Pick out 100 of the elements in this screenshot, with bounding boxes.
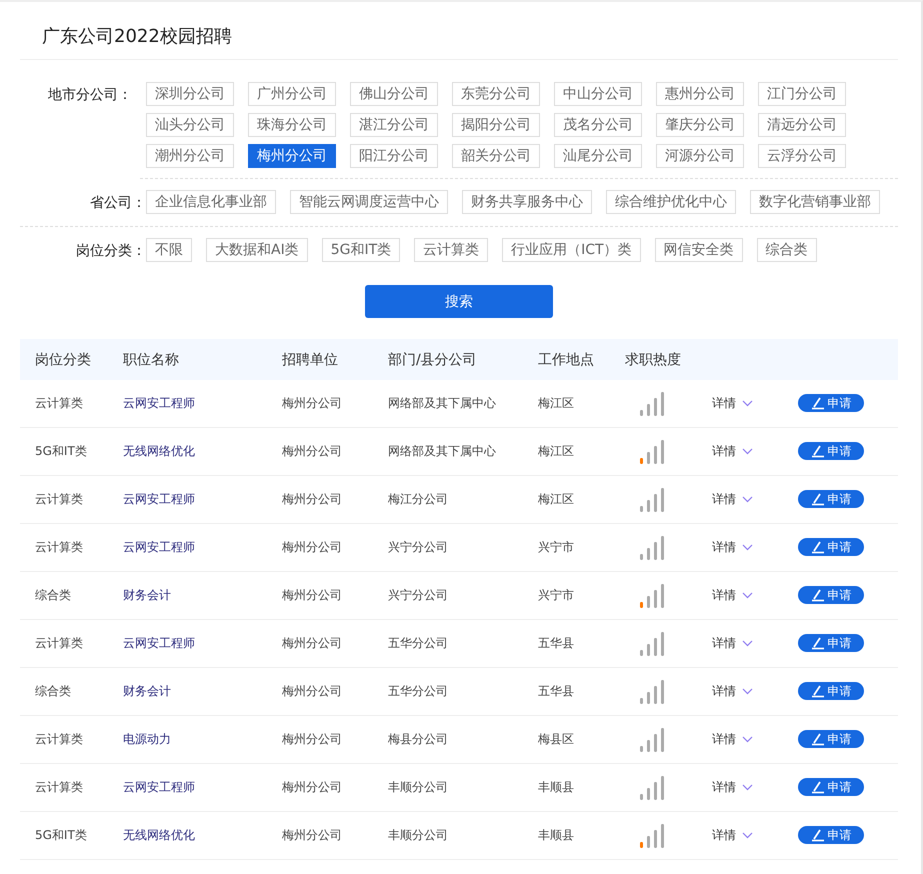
apply-button[interactable]: 申请 bbox=[798, 634, 864, 652]
filter-option[interactable]: 深圳分公司 bbox=[146, 82, 234, 106]
table-cell-text: 梅州分公司 bbox=[282, 491, 343, 508]
filter-option[interactable]: 肇庆分公司 bbox=[656, 113, 744, 137]
filter-option[interactable]: 综合维护优化中心 bbox=[606, 190, 736, 214]
details-toggle[interactable]: 详情 bbox=[712, 683, 753, 700]
apply-button[interactable]: 申请 bbox=[798, 538, 864, 556]
page-title: 广东公司2022校园招聘 bbox=[20, 2, 898, 60]
filter-option[interactable]: 阳江分公司 bbox=[350, 144, 438, 168]
position-link[interactable]: 财务会计 bbox=[123, 683, 282, 700]
apply-button[interactable]: 申请 bbox=[798, 394, 864, 412]
filter-option[interactable]: 数字化营销事业部 bbox=[750, 190, 880, 214]
table-cell-text: 五华县 bbox=[538, 635, 575, 652]
table-cell-text: 梅州分公司 bbox=[282, 683, 343, 700]
filter-option[interactable]: 茂名分公司 bbox=[554, 113, 642, 137]
position-link[interactable]: 云网安工程师 bbox=[123, 395, 282, 412]
details-toggle[interactable]: 详情 bbox=[712, 587, 753, 604]
column-header: 工作地点 bbox=[538, 350, 595, 368]
details-toggle[interactable]: 详情 bbox=[712, 827, 753, 844]
filter-option[interactable]: 云浮分公司 bbox=[758, 144, 846, 168]
table-cell-text: 五华分公司 bbox=[388, 683, 449, 700]
filter-option[interactable]: 企业信息化事业部 bbox=[146, 190, 276, 214]
filter-option[interactable]: 财务共享服务中心 bbox=[462, 190, 592, 214]
filter-option[interactable]: 江门分公司 bbox=[758, 82, 846, 106]
table-cell-text: 云计算类 bbox=[34, 779, 84, 796]
chevron-down-icon bbox=[742, 544, 753, 551]
chevron-down-icon bbox=[742, 592, 753, 599]
table-cell-text: 梅江区 bbox=[538, 443, 575, 460]
table-cell-text: 梅江区 bbox=[538, 491, 575, 508]
filter-option[interactable]: 惠州分公司 bbox=[656, 82, 744, 106]
table-cell-text: 云计算类 bbox=[34, 731, 84, 748]
filter-label: 岗位分类： bbox=[75, 242, 146, 261]
apply-button[interactable]: 申请 bbox=[798, 826, 864, 844]
pen-icon bbox=[810, 780, 824, 794]
table-cell-text: 梅州分公司 bbox=[282, 827, 343, 844]
filter-option[interactable]: 行业应用（ICT）类 bbox=[502, 238, 641, 262]
filter-option[interactable]: 中山分公司 bbox=[554, 82, 642, 106]
filter-option[interactable]: 大数据和AI类 bbox=[206, 238, 308, 262]
details-toggle[interactable]: 详情 bbox=[712, 779, 753, 796]
filter-option[interactable]: 揭阳分公司 bbox=[452, 113, 540, 137]
apply-button[interactable]: 申请 bbox=[798, 730, 864, 748]
filter-option[interactable]: 珠海分公司 bbox=[248, 113, 336, 137]
apply-button[interactable]: 申请 bbox=[798, 442, 864, 460]
details-toggle[interactable]: 详情 bbox=[712, 443, 753, 460]
details-toggle[interactable]: 详情 bbox=[712, 539, 753, 556]
filter-option[interactable]: 网信安全类 bbox=[654, 238, 743, 262]
table-cell-text: 丰顺分公司 bbox=[388, 827, 449, 844]
table-cell-text: 梅州分公司 bbox=[282, 587, 343, 604]
table-cell-text: 综合类 bbox=[34, 683, 72, 700]
apply-button[interactable]: 申请 bbox=[798, 490, 864, 508]
position-link[interactable]: 云网安工程师 bbox=[123, 491, 282, 508]
chevron-down-icon bbox=[742, 400, 753, 407]
chevron-down-icon bbox=[742, 640, 753, 647]
position-link[interactable]: 云网安工程师 bbox=[123, 779, 282, 796]
filter-option[interactable]: 东莞分公司 bbox=[452, 82, 540, 106]
position-link[interactable]: 电源动力 bbox=[123, 731, 282, 748]
pen-icon bbox=[810, 636, 824, 650]
filter-option[interactable]: 不限 bbox=[146, 238, 192, 262]
filter-label: 地市分公司： bbox=[47, 86, 132, 105]
pen-icon bbox=[810, 684, 824, 698]
filter-option[interactable]: 智能云网调度运营中心 bbox=[290, 190, 448, 214]
table-cell-text: 云计算类 bbox=[34, 539, 84, 556]
column-header: 部门/县分公司 bbox=[388, 350, 478, 368]
details-toggle[interactable]: 详情 bbox=[712, 491, 753, 508]
filter-option[interactable]: 广州分公司 bbox=[248, 82, 336, 106]
filter-option[interactable]: 综合类 bbox=[756, 238, 817, 262]
filter-option[interactable]: 河源分公司 bbox=[656, 144, 744, 168]
table-cell-text: 综合类 bbox=[34, 587, 72, 604]
position-link[interactable]: 财务会计 bbox=[123, 587, 282, 604]
filter-option[interactable]: 汕尾分公司 bbox=[554, 144, 642, 168]
filter-option[interactable]: 湛江分公司 bbox=[350, 113, 438, 137]
chevron-down-icon bbox=[742, 784, 753, 791]
details-toggle[interactable]: 详情 bbox=[712, 395, 753, 412]
search-button[interactable]: 搜索 bbox=[365, 285, 553, 318]
filter-option[interactable]: 潮州分公司 bbox=[146, 144, 234, 168]
apply-button[interactable]: 申请 bbox=[798, 682, 864, 700]
table-cell-text: 梅江分公司 bbox=[388, 491, 449, 508]
filter-option[interactable]: 云计算类 bbox=[414, 238, 488, 262]
table-cell-text: 丰顺县 bbox=[538, 779, 575, 796]
position-link[interactable]: 云网安工程师 bbox=[123, 635, 282, 652]
column-header: 职位名称 bbox=[123, 350, 180, 368]
position-link[interactable]: 无线网络优化 bbox=[123, 827, 282, 844]
column-header: 岗位分类 bbox=[34, 350, 92, 368]
table-cell-text: 云计算类 bbox=[34, 395, 84, 412]
filter-option[interactable]: 5G和IT类 bbox=[322, 238, 400, 262]
apply-button[interactable]: 申请 bbox=[798, 586, 864, 604]
position-link[interactable]: 云网安工程师 bbox=[123, 539, 282, 556]
details-toggle[interactable]: 详情 bbox=[712, 731, 753, 748]
table-cell-text: 丰顺县 bbox=[538, 827, 575, 844]
filter-option[interactable]: 佛山分公司 bbox=[350, 82, 438, 106]
chevron-down-icon bbox=[742, 496, 753, 503]
position-link[interactable]: 无线网络优化 bbox=[123, 443, 282, 460]
details-toggle[interactable]: 详情 bbox=[712, 635, 753, 652]
filter-option[interactable]: 韶关分公司 bbox=[452, 144, 540, 168]
apply-button[interactable]: 申请 bbox=[798, 778, 864, 796]
chevron-down-icon bbox=[742, 448, 753, 455]
table-cell-text: 梅州分公司 bbox=[282, 779, 343, 796]
filter-option[interactable]: 梅州分公司 bbox=[248, 144, 336, 168]
filter-option[interactable]: 汕头分公司 bbox=[146, 113, 234, 137]
filter-option[interactable]: 清远分公司 bbox=[758, 113, 846, 137]
